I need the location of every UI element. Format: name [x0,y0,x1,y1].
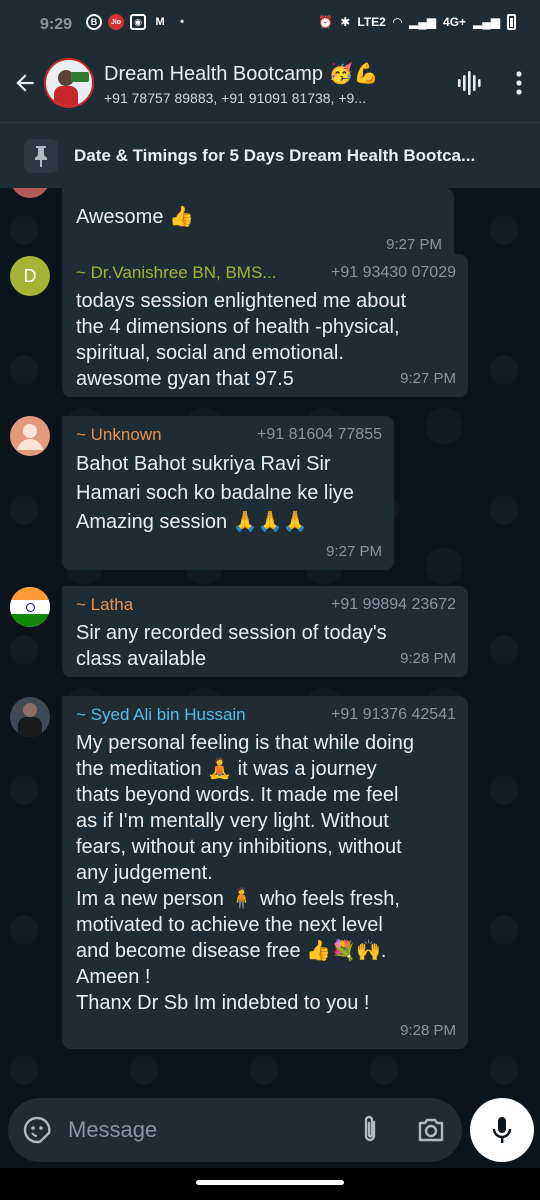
b-app-icon: B [86,14,103,30]
voice-record-button[interactable] [470,1098,534,1162]
app-notification-icon: ◉ [130,14,147,30]
message-bubble[interactable]: Awesome 👍 9:27 PM [62,188,454,263]
avatar-badge [71,72,89,82]
sender-name[interactable]: ~ Latha [76,594,133,616]
more-options-icon[interactable] [516,71,522,95]
default-avatar-icon [17,424,43,450]
network-type: 4G+ [443,15,467,29]
message-time: 9:27 PM [386,236,442,253]
flag-saffron [10,587,50,600]
message-bubble[interactable]: ~ Unknown +91 81604 77855 Bahot Bahot su… [62,416,394,570]
message-time: 9:28 PM [400,1022,456,1039]
sender-phone: +91 91376 42541 [330,706,456,723]
avatar-body [18,717,42,737]
sender-name[interactable]: ~ Dr.Vanishree BN, BMS... [76,262,276,284]
status-bar: 9:29 B Jio ◉ M • ⏰ ✱ LTE2 ◠ ▂▄▆ 4G+ ▂▄▆ [0,0,540,44]
gmail-icon: M [155,16,165,28]
message-input[interactable]: Message [68,1117,360,1143]
message-list[interactable]: Awesome 👍 9:27 PM D ~ Dr.Vanishree BN, B… [0,188,540,1094]
pin-icon [24,138,58,173]
sender-name[interactable]: ~ Syed Ali bin Hussain [76,704,246,726]
group-avatar[interactable] [44,58,94,108]
group-title: Dream Health Bootcamp 🥳💪 [104,62,379,85]
system-nav-bar [0,1168,540,1200]
avatar[interactable]: D [10,256,50,296]
sender-phone: +91 99894 23672 [330,596,456,613]
avatar-body [54,86,78,106]
avatar-head [23,703,37,717]
pinned-text: Date & Timings for 5 Days Dream Health B… [74,145,476,165]
message-bubble[interactable]: ~ Latha +91 99894 23672 Sir any recorded… [62,586,468,677]
avatar[interactable] [10,587,50,627]
bluetooth-icon: ✱ [340,15,351,29]
back-button[interactable] [6,53,44,113]
message-time: 9:27 PM [326,543,382,560]
avatar[interactable] [10,697,50,737]
battery-icon [507,14,516,30]
microphone-icon [492,1117,512,1143]
home-gesture-handle[interactable] [196,1180,344,1185]
flag-green [10,614,50,627]
avatar-letter: D [23,265,37,286]
group-info[interactable]: Dream Health Bootcamp 🥳💪 +91 78757 89883… [104,61,430,106]
attach-icon[interactable] [360,1114,380,1146]
sender-phone: +91 81604 77855 [256,426,382,443]
flag-chakra [25,602,35,612]
status-time: 9:29 [40,16,73,33]
wifi-icon: ◠ [392,15,403,29]
sender-name[interactable]: ~ Unknown [76,424,162,446]
volte-icon: LTE2 [357,15,386,29]
flag-white [10,600,50,614]
pinned-message-bar[interactable]: Date & Timings for 5 Days Dream Health B… [0,122,540,188]
signal-2-icon: ▂▄▆ [473,15,500,29]
sticker-icon[interactable] [22,1115,52,1145]
avatar[interactable] [10,416,50,456]
message-text: My personal feeling is that while doing … [76,732,414,1014]
message-text: Bahot Bahot sukriya Ravi Sir Hamari soch… [76,453,354,533]
camera-icon[interactable] [416,1117,446,1143]
voice-chat-icon[interactable] [456,69,482,97]
message-bubble[interactable]: ~ Syed Ali bin Hussain +91 91376 42541 M… [62,696,468,1049]
signal-icon: ▂▄▆ [409,15,437,29]
jio-icon: Jio [108,14,125,30]
message-text: Awesome 👍 [76,206,194,228]
message-bubble[interactable]: ~ Dr.Vanishree BN, BMS... +91 93430 0702… [62,254,468,397]
message-input-container[interactable]: Message [8,1098,462,1162]
more-notifications-icon: • [180,16,184,28]
sender-phone: +91 93430 07029 [330,264,456,281]
chat-header: Dream Health Bootcamp 🥳💪 +91 78757 89883… [0,44,540,122]
group-participants: +91 78757 89883, +91 91091 81738, +9... [104,89,366,106]
arrow-left-icon [16,74,34,92]
alarm-icon: ⏰ [318,15,334,29]
avatar[interactable] [10,188,50,198]
